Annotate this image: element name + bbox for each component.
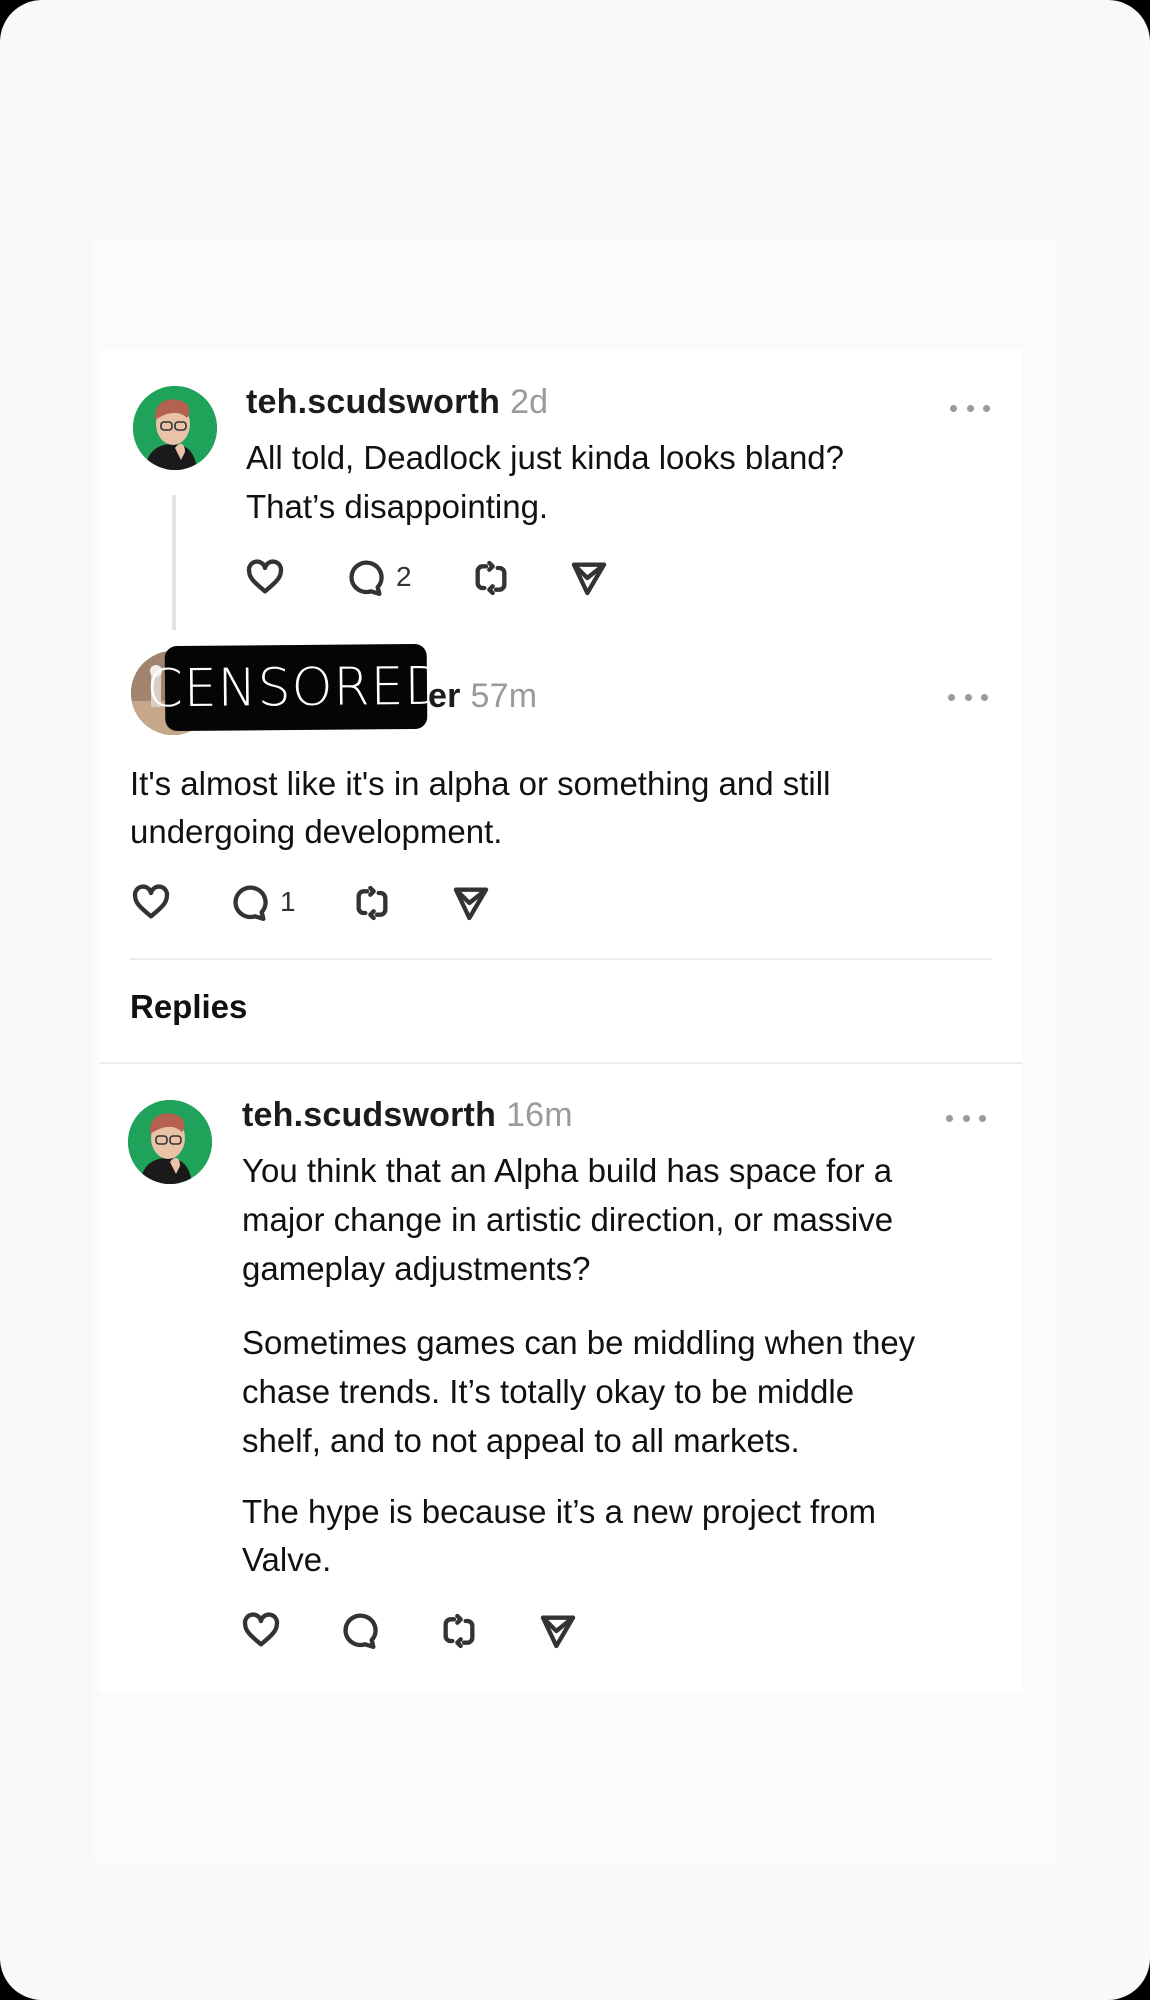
post-text-line: All told, Deadlock just kinda looks blan… — [246, 439, 845, 476]
heart-icon — [242, 1612, 280, 1647]
reply-text-line: The hype is because it’s a new project f… — [242, 1493, 877, 1530]
comment-count: 2 — [396, 561, 412, 592]
share-button[interactable] — [567, 556, 611, 600]
more-options-icon[interactable] — [948, 687, 988, 707]
thread-line — [172, 495, 176, 630]
username[interactable]: teh.scudsworth — [242, 1096, 496, 1134]
comment-icon — [233, 885, 268, 921]
repost-button[interactable] — [350, 881, 394, 925]
send-icon — [453, 887, 489, 921]
username-suffix[interactable]: er — [428, 677, 461, 715]
reply-text-line: It's almost like it's in alpha or someth… — [130, 765, 831, 802]
avatar[interactable] — [128, 1100, 212, 1184]
send-icon — [571, 562, 607, 596]
comment-button[interactable] — [228, 881, 272, 925]
comment-button[interactable] — [338, 1609, 382, 1653]
heart-icon — [132, 884, 170, 919]
repost-button[interactable] — [469, 556, 513, 600]
divider — [130, 958, 992, 960]
post-time: 2d — [510, 383, 549, 421]
comment-icon — [349, 560, 384, 596]
repost-icon — [443, 1613, 475, 1649]
reply-text-line: Valve. — [242, 1541, 332, 1578]
send-icon — [540, 1615, 576, 1649]
screen: teh.scudsworth 2d All told, Deadlock just… — [0, 0, 1150, 2000]
repost-icon — [475, 560, 507, 596]
repost-button[interactable] — [437, 1609, 481, 1653]
reply-time: 57m — [470, 677, 538, 715]
reply-time: 16m — [506, 1096, 573, 1134]
reply-text-line: major change in artistic direction, or m… — [242, 1201, 894, 1238]
divider — [100, 1062, 1022, 1064]
reply-text-line: undergoing development. — [130, 813, 503, 850]
reply-author[interactable]: teh.scudsworth 16m — [242, 1096, 573, 1135]
repost-icon — [356, 885, 388, 921]
replies-heading: Replies — [130, 988, 248, 1025]
reply-text-line: You think that an Alpha build has space … — [242, 1152, 893, 1189]
more-options-icon[interactable] — [946, 1108, 986, 1128]
heart-icon — [246, 559, 284, 594]
more-options-icon[interactable] — [950, 398, 990, 418]
reply-text-line: gameplay adjustments? — [242, 1250, 591, 1287]
comment-button[interactable] — [344, 556, 388, 600]
username[interactable]: teh.scudsworth — [246, 383, 500, 421]
share-button[interactable] — [536, 1609, 580, 1653]
user-photo — [128, 1100, 212, 1184]
reply-text-line: chase trends. It’s totally okay to be mi… — [242, 1373, 855, 1410]
like-button[interactable] — [243, 556, 287, 600]
avatar[interactable] — [133, 386, 217, 470]
comment-icon — [343, 1613, 378, 1649]
comment-count: 1 — [280, 886, 296, 917]
like-button[interactable] — [129, 881, 173, 925]
share-button[interactable] — [449, 881, 493, 925]
reply-author[interactable]: er 57m — [428, 677, 537, 716]
reply-text-line: Sometimes games can be middling when the… — [242, 1324, 916, 1361]
user-photo — [133, 386, 217, 470]
post-text-line: That’s disappointing. — [246, 488, 549, 525]
reply-text-line: shelf, and to not appeal to all markets. — [242, 1422, 800, 1459]
like-button[interactable] — [239, 1609, 283, 1653]
censored-username-overlay: CENSORED — [146, 643, 446, 732]
post-author[interactable]: teh.scudsworth 2d — [246, 383, 548, 422]
